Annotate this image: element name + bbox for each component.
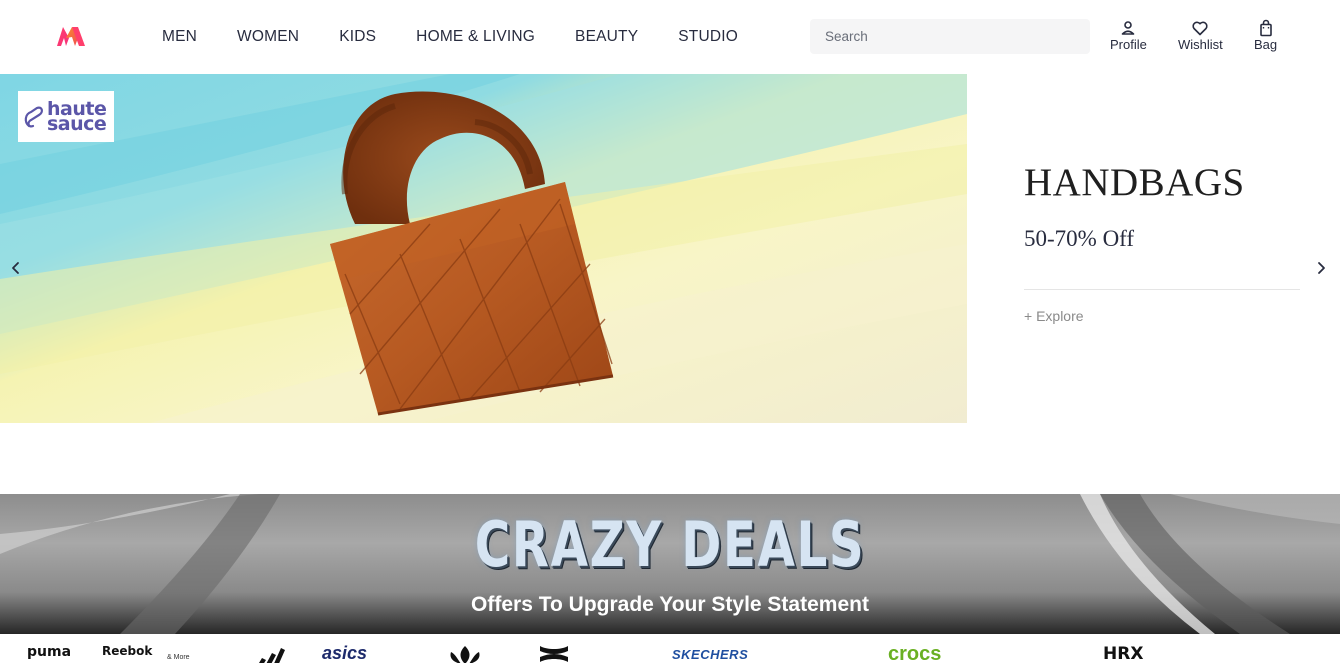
brand-badge-haute-sauce: haute sauce bbox=[18, 91, 114, 142]
hero-offer: 50-70% Off bbox=[1024, 226, 1135, 251]
crazy-deals-banner[interactable]: CRAZY DEALS Offers To Upgrade Your Style… bbox=[0, 494, 1340, 634]
brand-strip: puma Reebok & More asics SKECHERS crocs … bbox=[0, 634, 1340, 663]
brand-adidas-trefoil-logo[interactable] bbox=[445, 644, 485, 663]
brand-reebok[interactable]: Reebok bbox=[102, 644, 152, 658]
brand-under-armour-logo[interactable] bbox=[537, 644, 571, 663]
explore-link[interactable]: + Explore bbox=[1024, 308, 1084, 324]
bag-button[interactable]: Bag bbox=[1254, 19, 1277, 52]
search-box bbox=[810, 19, 1090, 54]
profile-button[interactable]: Profile bbox=[1110, 19, 1147, 52]
bag-label: Bag bbox=[1254, 37, 1278, 52]
main-nav: MEN WOMEN KIDS HOME & LIVING BEAUTY STUD… bbox=[162, 0, 778, 74]
nav-kids[interactable]: KIDS bbox=[339, 28, 376, 46]
brand-hrx[interactable]: HRX bbox=[1103, 644, 1143, 663]
brand-badge-line2: sauce bbox=[47, 112, 107, 135]
hero-divider bbox=[1024, 289, 1300, 290]
myntra-logo[interactable] bbox=[56, 25, 86, 47]
bag-icon bbox=[1259, 19, 1272, 37]
chevron-right-icon[interactable] bbox=[1313, 260, 1329, 276]
brand-more: & More bbox=[167, 654, 190, 661]
brand-skechers[interactable]: SKECHERS bbox=[672, 647, 748, 662]
hero-carousel: haute sauce HANDBAGS 50-70% Off + Explor… bbox=[0, 74, 1340, 423]
hero-photo-handbag bbox=[0, 74, 967, 423]
hero-title: HANDBAGS bbox=[1024, 161, 1245, 204]
brand-asics[interactable]: asics bbox=[322, 643, 367, 663]
brand-puma[interactable]: puma bbox=[27, 644, 71, 660]
site-header: MEN WOMEN KIDS HOME & LIVING BEAUTY STUD… bbox=[0, 0, 1340, 74]
nav-home-living[interactable]: HOME & LIVING bbox=[416, 28, 535, 46]
wishlist-label: Wishlist bbox=[1178, 37, 1223, 52]
nav-studio[interactable]: STUDIO bbox=[678, 28, 738, 46]
brand-adidas-stripes-logo[interactable] bbox=[252, 648, 288, 663]
wishlist-icon bbox=[1192, 21, 1208, 36]
nav-beauty[interactable]: BEAUTY bbox=[575, 28, 638, 46]
hero-copy: HANDBAGS 50-70% Off + Explore bbox=[1024, 74, 1300, 423]
chevron-left-icon[interactable] bbox=[8, 260, 24, 276]
wishlist-button[interactable]: Wishlist bbox=[1178, 19, 1223, 52]
deals-subtitle: Offers To Upgrade Your Style Statement bbox=[471, 593, 869, 616]
profile-label: Profile bbox=[1110, 37, 1147, 52]
hero-image[interactable]: haute sauce bbox=[0, 74, 967, 423]
nav-men[interactable]: MEN bbox=[162, 28, 197, 46]
search-input[interactable] bbox=[825, 29, 1090, 44]
brand-crocs[interactable]: crocs bbox=[888, 643, 941, 663]
nav-women[interactable]: WOMEN bbox=[237, 28, 299, 46]
deals-title: CRAZY DEALS bbox=[474, 508, 866, 581]
profile-icon bbox=[1122, 21, 1135, 35]
haute-sauce-logo-icon bbox=[24, 106, 43, 127]
